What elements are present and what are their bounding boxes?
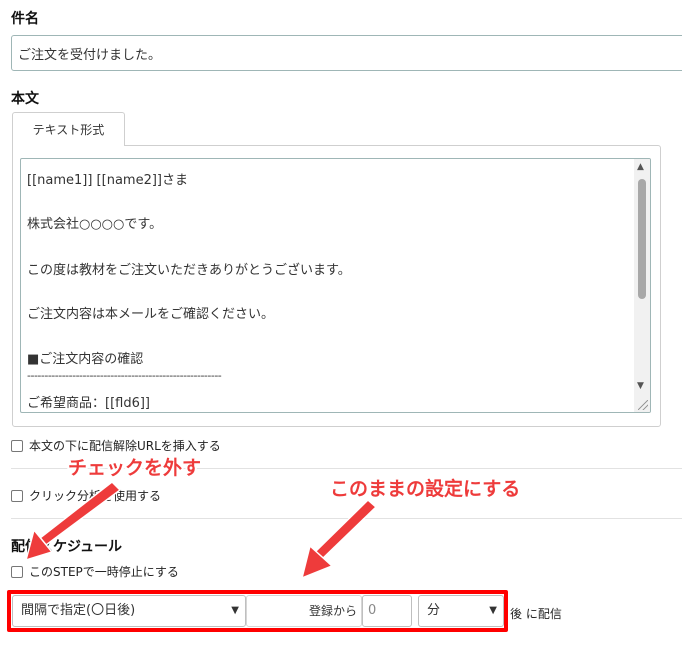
click-analysis-label: クリック分析を使用する xyxy=(29,489,162,503)
textarea-scrollbar[interactable]: ▲ ▼ xyxy=(634,159,650,412)
body-label: 本文 xyxy=(11,91,39,107)
unsubscribe-checkbox[interactable] xyxy=(11,439,23,452)
subject-label: 件名 xyxy=(11,11,39,27)
click-analysis-option[interactable]: クリック分析を使用する xyxy=(11,487,161,504)
body-line: [[name1]] [[name2]]さま xyxy=(27,173,188,188)
pause-label: このSTEPで一時停止にする xyxy=(29,565,179,579)
tab-text-format[interactable]: テキスト形式 xyxy=(12,112,125,146)
body-line: ■ご注文内容の確認 xyxy=(27,352,144,367)
body-line: 株式会社○○○○です。 xyxy=(27,217,163,232)
scroll-down-icon[interactable]: ▼ xyxy=(637,381,644,391)
click-analysis-checkbox[interactable] xyxy=(11,489,23,502)
unsubscribe-option[interactable]: 本文の下に配信解除URLを挿入する xyxy=(11,437,221,454)
body-line: ご希望商品：[[fld6]] xyxy=(27,396,150,411)
annotation-uncheck: チェックを外す xyxy=(68,457,202,479)
scroll-up-icon[interactable]: ▲ xyxy=(637,162,644,172)
subject-input[interactable] xyxy=(11,35,682,71)
body-line: ご注文内容は本メールをご確認ください。 xyxy=(27,307,275,322)
scroll-thumb[interactable] xyxy=(638,179,646,299)
divider xyxy=(11,518,682,519)
annotation-keep: このままの設定にする xyxy=(330,478,521,500)
resize-handle-icon[interactable] xyxy=(638,400,648,410)
pause-checkbox[interactable] xyxy=(11,565,23,578)
body-textarea[interactable]: [[name1]] [[name2]]さま 株式会社○○○○です。 この度は教材… xyxy=(20,158,651,413)
schedule-suffix: 後 に配信 xyxy=(510,607,562,621)
pause-option[interactable]: このSTEPで一時停止にする xyxy=(11,563,179,580)
body-line: この度は教材をご注文いただきありがとうございます。 xyxy=(27,263,351,278)
arrow-to-schedule-icon xyxy=(300,498,378,580)
body-line-separator: ----------------------------------------… xyxy=(27,369,222,382)
unsubscribe-label: 本文の下に配信解除URLを挿入する xyxy=(29,439,221,453)
highlight-box xyxy=(7,590,508,632)
schedule-label: 配信スケジュール xyxy=(11,539,123,555)
